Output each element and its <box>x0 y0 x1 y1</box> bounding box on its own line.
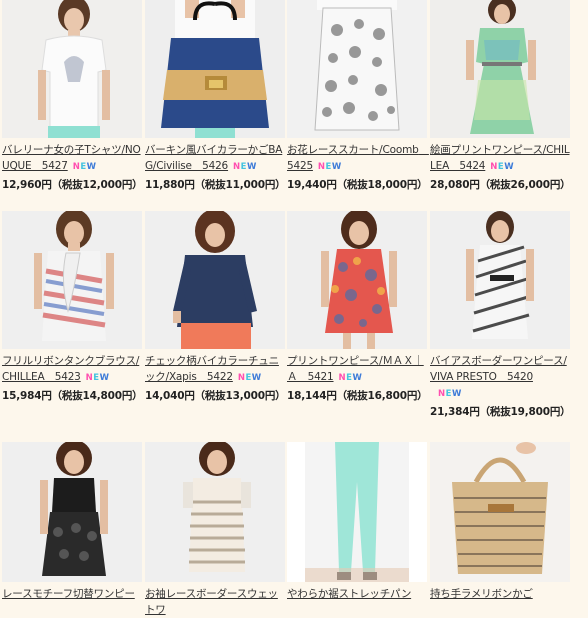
product-image[interactable] <box>2 0 142 138</box>
product-title-link[interactable]: お袖レースボーダースウェットワ <box>145 586 288 618</box>
product-price: 28,080円（税抜26,000円） <box>430 179 571 191</box>
product-card: お花レーススカート/Coomb 5425 NEW 19,440円（税抜18,000… <box>287 0 430 192</box>
product-price: 11,880円（税抜11,000円） <box>145 179 286 191</box>
product-card: バレリーナ女の子Tシャツ/NOUQUE 5427 NEW 12,960円（税抜12… <box>2 0 145 192</box>
product-price: 21,384円（税抜19,800円） <box>430 406 571 418</box>
product-image[interactable] <box>145 442 285 582</box>
product-title-link[interactable]: バーキン風バイカラーかごBAG/Civilise 5426 NEW <box>145 142 288 175</box>
product-image[interactable] <box>430 442 570 582</box>
new-badge: NEW <box>72 162 97 172</box>
product-image[interactable] <box>430 0 570 138</box>
new-badge: NEW <box>338 373 363 383</box>
product-title-link[interactable]: やわらか裾ストレッチパン <box>287 586 430 602</box>
product-price: 19,440円（税抜18,000円） <box>287 179 428 191</box>
new-badge: NEW <box>233 162 257 172</box>
product-price: 18,144円（税抜16,800円） <box>287 390 428 402</box>
product-image[interactable] <box>287 0 427 138</box>
product-image[interactable] <box>287 211 427 349</box>
product-title-link[interactable]: バレリーナ女の子Tシャツ/NOUQUE 5427 NEW <box>2 142 145 175</box>
product-image[interactable] <box>2 442 142 582</box>
product-title-link[interactable]: レースモチーフ切替ワンピー <box>2 586 145 602</box>
new-badge: NEW <box>237 373 262 383</box>
product-price: 12,960円（税抜12,000円） <box>2 179 143 191</box>
product-card: レースモチーフ切替ワンピー <box>2 442 145 602</box>
product-image[interactable] <box>430 211 570 349</box>
product-title-link[interactable]: お花レーススカート/Coomb 5425 NEW <box>287 142 430 175</box>
product-card: 持ち手ラメリボンかご <box>430 442 573 602</box>
product-title-link[interactable]: フリルリボンタンクブラウス/CHILLEA 5423 NEW <box>2 353 145 386</box>
product-title-link[interactable]: バイアスボーダーワンピース/VIVA PRESTO 5420 NEW <box>430 353 573 402</box>
new-badge: NEW <box>317 162 342 172</box>
product-card: プリントワンピース/ＭＡＸ｜Ａ 5421 NEW 18,144円（税抜16,800… <box>287 211 430 403</box>
product-image[interactable] <box>287 442 427 582</box>
product-title-link[interactable]: 絵画プリントワンピース/CHILLEA 5424 NEW <box>430 142 573 175</box>
new-badge: NEW <box>490 162 515 172</box>
product-card: やわらか裾ストレッチパン <box>287 442 430 602</box>
product-card: お袖レースボーダースウェットワ <box>145 442 288 618</box>
product-title-link[interactable]: 持ち手ラメリボンかご <box>430 586 573 602</box>
product-title-link[interactable]: プリントワンピース/ＭＡＸ｜Ａ 5421 NEW <box>287 353 430 386</box>
product-image[interactable] <box>145 0 285 138</box>
new-badge: NEW <box>438 389 462 399</box>
product-price: 14,040円（税抜13,000円） <box>145 390 286 402</box>
product-card: バイアスボーダーワンピース/VIVA PRESTO 5420 NEW 21,384… <box>430 211 573 419</box>
product-card: バーキン風バイカラーかごBAG/Civilise 5426 NEW 11,880円… <box>145 0 288 192</box>
product-price: 15,984円（税抜14,800円） <box>2 390 143 402</box>
product-card: チェック柄バイカラーチュニック/Xapis 5422 NEW 14,040円（税抜… <box>145 211 288 403</box>
product-card: 絵画プリントワンピース/CHILLEA 5424 NEW 28,080円（税抜26… <box>430 0 573 192</box>
new-badge: NEW <box>85 373 110 383</box>
product-image[interactable] <box>2 211 142 349</box>
product-card: フリルリボンタンクブラウス/CHILLEA 5423 NEW 15,984円（税抜… <box>2 211 145 403</box>
product-image[interactable] <box>145 211 285 349</box>
product-title-link[interactable]: チェック柄バイカラーチュニック/Xapis 5422 NEW <box>145 353 288 386</box>
product-grid: バレリーナ女の子Tシャツ/NOUQUE 5427 NEW 12,960円（税抜12… <box>0 0 588 616</box>
